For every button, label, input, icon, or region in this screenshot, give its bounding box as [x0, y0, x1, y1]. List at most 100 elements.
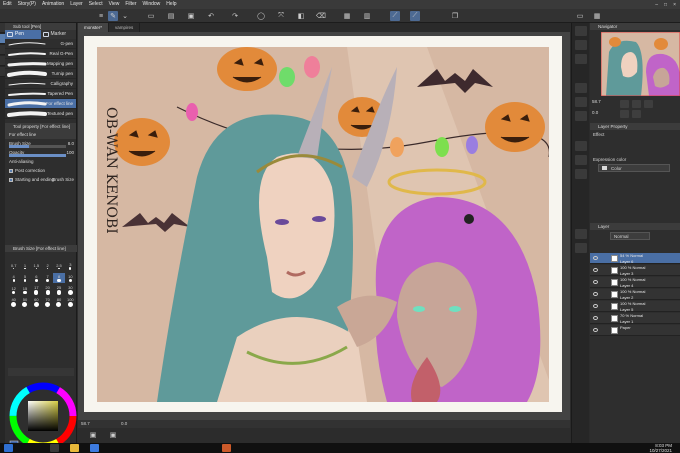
expression-color-select[interactable]: Color [598, 164, 670, 172]
brush-size-preset[interactable]: 100 [65, 297, 76, 307]
eye-icon[interactable] [593, 316, 598, 320]
browser-icon[interactable] [90, 444, 99, 452]
brush-size-preset[interactable]: 12 [8, 285, 19, 295]
panel-toggle-icon[interactable]: ▭ [575, 11, 585, 21]
search-icon[interactable] [50, 444, 59, 452]
menu-item-view[interactable]: View [106, 0, 123, 9]
open-folder-icon[interactable]: ▤ [166, 11, 176, 21]
doc-tab-monster[interactable]: monster* [78, 23, 110, 32]
grid-icon[interactable]: ▥ [362, 11, 372, 21]
eye-icon[interactable] [593, 256, 598, 260]
blend-mode-select[interactable]: Normal [610, 232, 650, 240]
artwork-canvas[interactable]: OB-WAN KENOBI [97, 47, 549, 402]
new-file-icon[interactable]: ▭ [146, 11, 156, 21]
rail-search-icon[interactable] [575, 83, 587, 93]
navigator-angle[interactable]: 0.0 [592, 110, 598, 115]
rail-palette-icon[interactable] [575, 169, 587, 179]
navigator-zoom[interactable]: 58.7 [592, 99, 601, 104]
close-icon[interactable]: × [673, 2, 676, 8]
doc-tab-vampires[interactable]: vampires [109, 23, 141, 32]
rail-history-icon[interactable] [575, 111, 587, 121]
menu-item-storyp[interactable]: Story(P) [15, 0, 39, 9]
brush-item[interactable]: G-pen [5, 39, 76, 49]
eye-icon[interactable] [593, 304, 598, 308]
eye-icon[interactable] [593, 268, 598, 272]
post-correction-row[interactable]: Post correction [5, 166, 76, 175]
brush-size-preset[interactable]: 20 [42, 285, 53, 295]
rail-subview-icon[interactable] [575, 40, 587, 50]
layer-row[interactable]: Paper [590, 325, 680, 336]
brush-size-preset[interactable]: 0.7 [8, 261, 19, 271]
menu-item-animation[interactable]: Animation [39, 0, 67, 9]
transform-icon[interactable]: ⤧ [276, 11, 286, 21]
brush-item[interactable]: For effect line [5, 99, 76, 109]
rail-layer-search-icon[interactable] [575, 229, 587, 239]
menu-item-layer[interactable]: Layer [67, 0, 86, 9]
clear-icon[interactable]: ⌫ [316, 11, 326, 21]
brush-size-preset[interactable]: 2 [42, 261, 53, 271]
menu-item-window[interactable]: Window [140, 0, 164, 9]
menu-item-help[interactable]: Help [163, 0, 179, 9]
brush-size-preset[interactable]: 50 [19, 297, 30, 307]
tab-pen[interactable]: Pen [5, 30, 41, 39]
brush-item[interactable]: Turnip pen [5, 69, 76, 79]
rotate-left-icon[interactable] [620, 110, 629, 118]
rail-material-icon[interactable] [575, 97, 587, 107]
maximize-icon[interactable]: □ [664, 2, 667, 8]
brush-item[interactable]: Real G-Pen [5, 49, 76, 59]
brush-size-preset[interactable]: 1 [19, 261, 30, 271]
opacity-row[interactable]: Opacity 100 [5, 148, 76, 157]
menu-item-filter[interactable]: Filter [122, 0, 139, 9]
rail-layer-icon[interactable] [575, 141, 587, 151]
panel-grid-icon[interactable]: ▦ [592, 11, 602, 21]
brush-item[interactable]: Mapping pen [5, 59, 76, 69]
fill-icon[interactable]: ◧ [296, 11, 306, 21]
brush-size-preset[interactable]: 7 [42, 273, 53, 283]
zoom-reset-icon[interactable]: ▣ [108, 430, 118, 440]
pen-tool-icon[interactable]: ✎ [108, 11, 118, 21]
layer-row[interactable]: 54 % Normal Layer 6 [590, 253, 680, 264]
brush-size-preset[interactable]: 40 [8, 297, 19, 307]
undo-icon[interactable]: ↶ [206, 11, 216, 21]
ruler-icon[interactable]: ▦ [342, 11, 352, 21]
brush-size-preset[interactable]: 4 [8, 273, 19, 283]
layer-row[interactable]: 100 % Normal Layer 4 [590, 277, 680, 288]
rail-navigator-icon[interactable] [575, 26, 587, 36]
eye-icon[interactable] [593, 280, 598, 284]
layer-row[interactable]: 100 % Normal Layer 2 [590, 289, 680, 300]
brush-size-preset[interactable]: 70 [42, 297, 53, 307]
eye-icon[interactable] [593, 328, 598, 332]
eye-icon[interactable] [593, 292, 598, 296]
brush-item[interactable]: Calligraphy [5, 79, 76, 89]
layer-row[interactable]: 70 % Normal Layer 1 [590, 313, 680, 324]
brush-size-preset[interactable]: 8 [53, 273, 65, 283]
antialiasing-row[interactable]: Anti-aliasing [5, 157, 76, 166]
brush-size-preset[interactable]: 6 [31, 273, 42, 283]
windows-start-icon[interactable] [4, 444, 13, 452]
minimize-icon[interactable]: – [655, 2, 658, 8]
starting-ending-row[interactable]: Starting and ending Brush Size [5, 175, 76, 184]
chevron-down-icon[interactable]: ⌄ [120, 11, 130, 21]
rail-info-icon[interactable] [575, 54, 587, 64]
zoom-readout[interactable]: 58.7 [81, 421, 90, 426]
brush-size-preset[interactable]: 3 [65, 261, 76, 271]
color-wheel[interactable] [8, 381, 78, 451]
starting-ending-value[interactable]: Brush Size [52, 175, 74, 184]
snap-icon[interactable]: ⟋ [410, 11, 420, 21]
fit-view-icon[interactable] [644, 100, 653, 108]
brush-size-preset[interactable]: 5 [19, 273, 30, 283]
layer-row[interactable]: 100 % Normal Layer 5 [590, 301, 680, 312]
brush-size-preset[interactable]: 1.5 [31, 261, 42, 271]
canvas-area[interactable]: OB-WAN KENOBI [78, 32, 570, 420]
rail-color-icon[interactable] [575, 155, 587, 165]
clip-studio-icon[interactable] [222, 444, 231, 452]
brush-size-row[interactable]: Brush Size 8.0 [5, 139, 76, 148]
post-correction-checkbox[interactable] [9, 168, 13, 173]
save-icon[interactable]: ▣ [186, 11, 196, 21]
zoom-in-icon[interactable] [620, 100, 629, 108]
layer-row[interactable]: 100 % Normal Layer 3 [590, 265, 680, 276]
circle-select-icon[interactable]: ◯ [256, 11, 266, 21]
brush-size-preset[interactable]: 10 [65, 273, 76, 283]
stabilizer-icon[interactable]: ⟋ [390, 11, 400, 21]
brush-size-preset[interactable]: 15 [19, 285, 30, 295]
